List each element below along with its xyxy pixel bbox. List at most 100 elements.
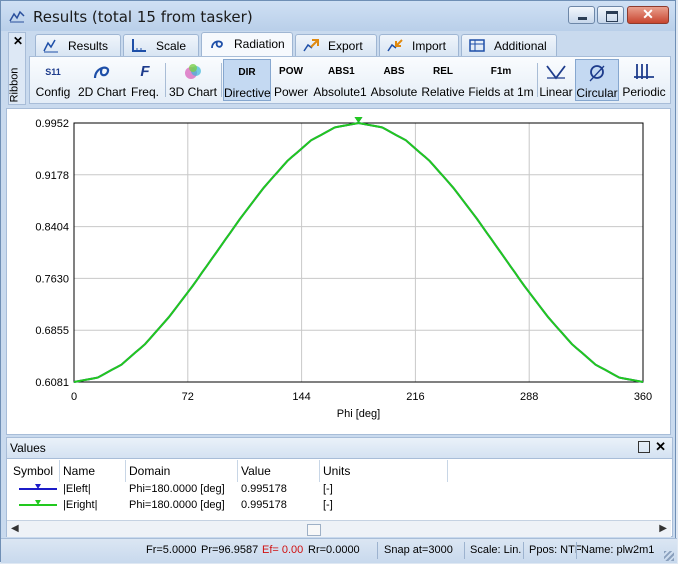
table-row[interactable]: |Eright| Phi=180.0000 [deg] 0.995178 [-] (11, 498, 671, 514)
x-tick-label: 0 (71, 391, 77, 403)
x-tick-label: 72 (182, 391, 194, 403)
table-row[interactable]: |Eleft| Phi=180.0000 [deg] 0.995178 [-] (11, 482, 671, 498)
status-ppos: Ppos: NTF (529, 544, 582, 556)
y-tick-label: 0.7630 (35, 273, 69, 285)
status-bar: Fr=5.0000 Pr=96.9587 Ef= 0.00 Rr=0.0000 … (1, 538, 677, 563)
values-panel-title: Values (10, 441, 46, 455)
tab-label: Additional (494, 39, 547, 53)
tab-radiation[interactable]: Radiation (201, 32, 293, 56)
additional-icon (469, 39, 485, 52)
results-window: Results (total 15 from tasker) ✕ ✕ Ribbo… (0, 0, 677, 563)
tab-scale[interactable]: Scale (123, 34, 199, 56)
abs-icon: ABS (383, 66, 405, 77)
eleft-symbol-icon (19, 484, 57, 490)
chart-3d-button[interactable]: 3D Chart (168, 59, 218, 101)
chart-2d-icon (93, 66, 110, 79)
scroll-left-icon[interactable]: ◀ (11, 523, 19, 534)
scale-icon (132, 39, 146, 52)
tab-import[interactable]: Import (379, 34, 459, 56)
values-panel-header: Values ✕ (7, 438, 672, 459)
pow-icon: POW (279, 66, 303, 77)
status-ef: Ef= 0.00 (262, 544, 304, 556)
close-button[interactable]: ✕ (627, 6, 669, 24)
app-chart-icon (9, 10, 25, 23)
ribbon-side-panel: ✕ Ribbon (8, 32, 26, 105)
tab-label: Import (412, 39, 447, 53)
title-bar[interactable]: Results (total 15 from tasker) ✕ (1, 1, 675, 31)
close-panel-icon[interactable]: ✕ (655, 439, 666, 455)
y-tick-label: 0.8404 (35, 222, 69, 234)
power-button[interactable]: POW Power (273, 59, 309, 101)
dir-icon: DIR (238, 67, 256, 78)
toolbar-separator (537, 63, 538, 97)
freq-button[interactable]: F Freq. (129, 59, 161, 101)
tab-label: Radiation (234, 37, 285, 51)
directive-button[interactable]: DIR Directive (223, 59, 271, 101)
f1m-icon: F1m (490, 66, 512, 77)
tab-export[interactable]: Export (295, 34, 377, 56)
rel-icon: REL (433, 66, 453, 77)
ribbon-toolbar: S11 Config 2D Chart F Freq. 3D Chart DIR… (29, 56, 671, 104)
circular-button[interactable]: Circular (575, 59, 619, 101)
plot-area[interactable]: 0 72 144 216 288 360 0.9952 0.9178 0.8404 0.7630 0… (6, 108, 671, 435)
x-tick-label: 216 (406, 391, 424, 403)
y-tick-label: 0.9952 (35, 118, 69, 130)
x-tick-label: 360 (634, 391, 652, 403)
maximize-button[interactable] (597, 6, 624, 24)
fields-at-1m-button[interactable]: F1m Fields at 1m (468, 59, 534, 101)
linear-button[interactable]: Linear (539, 59, 573, 101)
ribbon-collapse-icon[interactable]: ✕ (13, 34, 23, 48)
status-rr: Rr=0.0000 (308, 544, 360, 556)
absolute-button[interactable]: ABS Absolute (370, 59, 418, 101)
x-tick-label: 144 (292, 391, 310, 403)
chart-2d-button[interactable]: 2D Chart (76, 59, 128, 101)
status-scale: Scale: Lin. (470, 544, 522, 556)
y-tick-label: 0.6855 (35, 325, 69, 337)
export-icon (303, 39, 319, 52)
status-snap: Snap at=3000 (384, 544, 453, 556)
scroll-right-icon[interactable]: ▶ (659, 523, 667, 534)
plot-frame (73, 122, 644, 383)
series-line-eleft (73, 121, 644, 383)
peak-marker-eright (354, 117, 363, 123)
column-header[interactable]: Name (63, 464, 95, 478)
x-axis-label: Phi [deg] (337, 408, 380, 420)
x-tick-label: 288 (520, 391, 538, 403)
y-tick-label: 0.9178 (35, 170, 69, 182)
column-header[interactable]: Units (323, 464, 350, 478)
relative-button[interactable]: REL Relative (420, 59, 466, 101)
tab-label: Results (68, 39, 109, 53)
tab-results[interactable]: Results (35, 34, 121, 56)
toolbar-separator (165, 63, 166, 97)
status-fr: Fr=5.0000 (146, 544, 197, 556)
chart-3d-icon (185, 64, 201, 79)
ribbon-label: Ribbon (8, 67, 21, 103)
window-title: Results (total 15 from tasker) (33, 8, 253, 26)
freq-icon: F (140, 63, 150, 80)
radiation-chart[interactable]: 0 72 144 216 288 360 0.9952 0.9178 0.8404 0.7630 0… (7, 109, 670, 434)
abs1-icon: ABS1 (328, 66, 355, 77)
radiation-icon (211, 40, 223, 49)
tab-label: Scale (156, 39, 187, 53)
resize-grip[interactable] (664, 551, 674, 561)
config-button[interactable]: S11 Config (34, 59, 72, 101)
s11-icon: S11 (45, 67, 61, 77)
close-icon: ✕ (642, 6, 654, 22)
minimize-button[interactable] (568, 6, 595, 24)
float-panel-icon[interactable] (638, 441, 650, 453)
column-header[interactable]: Symbol (13, 464, 53, 478)
circular-polarization-icon (589, 65, 605, 82)
periodic-button[interactable]: Periodic (621, 59, 667, 101)
status-pr: Pr=96.9587 (201, 544, 259, 556)
tab-additional[interactable]: Additional (461, 34, 557, 56)
toolbar-separator (221, 63, 222, 97)
horizontal-scrollbar[interactable]: ◀ ▶ (7, 520, 671, 537)
eright-symbol-icon (19, 500, 57, 506)
column-header[interactable]: Value (241, 464, 271, 478)
results-icon (43, 39, 58, 53)
y-tick-label: 0.6081 (35, 377, 69, 389)
column-header[interactable]: Domain (129, 464, 170, 478)
scroll-thumb[interactable] (307, 524, 321, 536)
linear-polarization-icon (546, 65, 566, 80)
absolute1-button[interactable]: ABS1 Absolute1 (312, 59, 368, 101)
